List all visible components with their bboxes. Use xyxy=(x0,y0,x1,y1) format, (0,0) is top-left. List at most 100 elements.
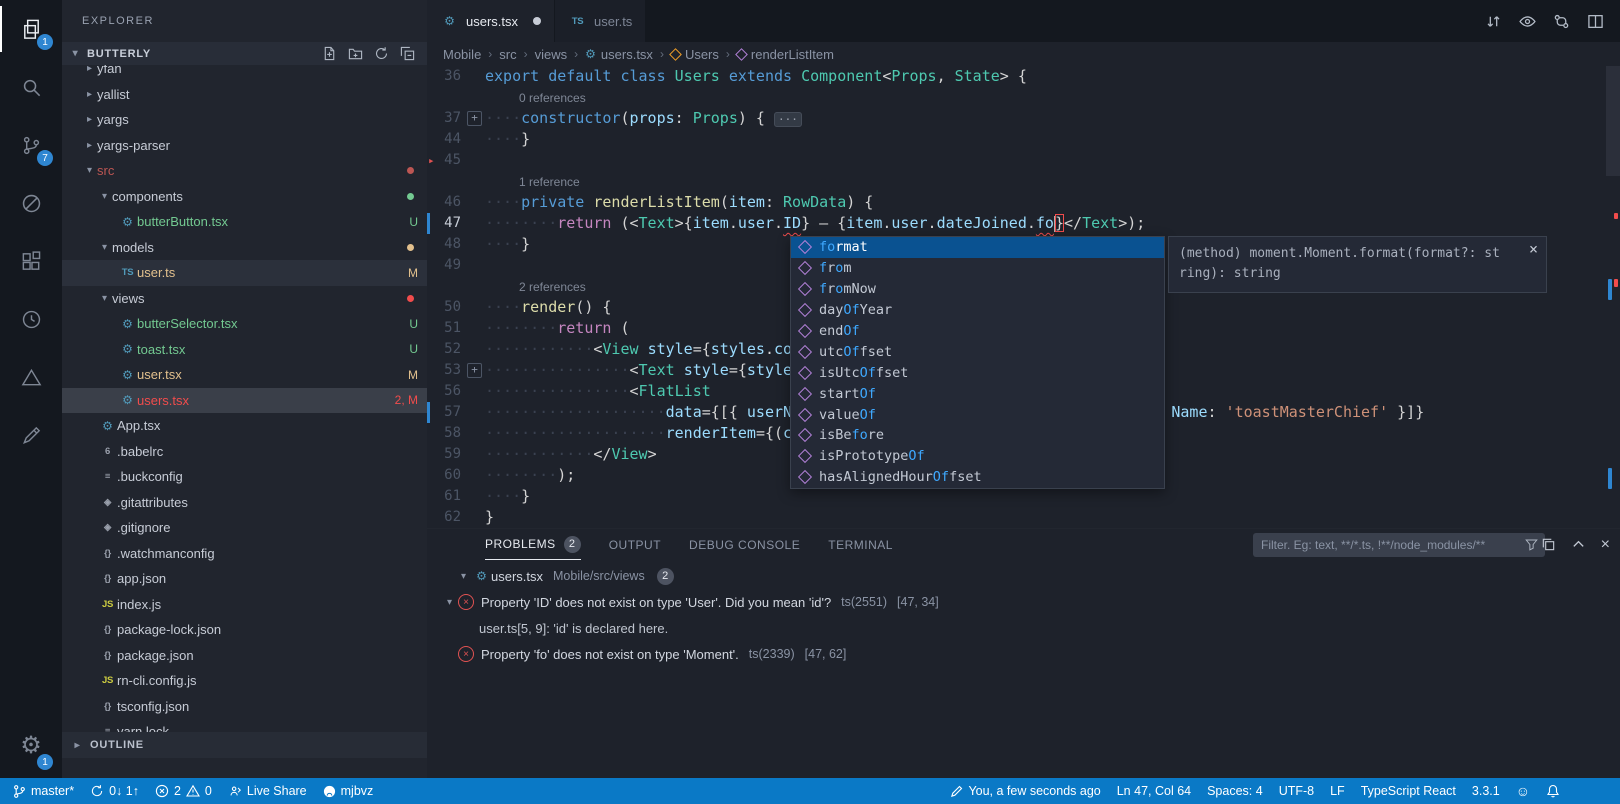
gutter[interactable] xyxy=(427,87,485,108)
gutter[interactable] xyxy=(427,171,485,192)
suggest-item-isbefore[interactable]: isBefore xyxy=(791,425,1164,446)
activity-triangle[interactable] xyxy=(0,348,62,406)
activity-extensions[interactable] xyxy=(0,232,62,290)
gutter[interactable]: 59 xyxy=(427,444,485,465)
tree-item--buckconfig[interactable]: ≡.buckconfig xyxy=(62,464,427,490)
breadcrumb-item-src[interactable]: src xyxy=(499,47,516,62)
gutter[interactable]: 56 xyxy=(427,381,485,402)
tree-item-package-lock-json[interactable]: {}package-lock.json xyxy=(62,617,427,643)
modified-dot-icon[interactable] xyxy=(533,17,541,25)
github-status[interactable]: mjbvz xyxy=(315,778,382,804)
tab-problems[interactable]: PROBLEMS 2 xyxy=(485,529,581,560)
split-editor-icon[interactable] xyxy=(1587,13,1604,30)
breadcrumb-item-users[interactable]: Users xyxy=(671,47,719,62)
tree-item-users-tsx[interactable]: ⚙users.tsx2, M xyxy=(62,388,427,414)
gutter[interactable]: 49 xyxy=(427,255,485,276)
tree-item-index-js[interactable]: JSindex.js xyxy=(62,592,427,618)
gutter[interactable]: 51 xyxy=(427,318,485,339)
tree-item-models[interactable]: ▾models xyxy=(62,235,427,261)
tree-item-yfan[interactable]: ▸yfan xyxy=(62,65,427,82)
activity-search[interactable] xyxy=(0,58,62,116)
tree-item-toast-tsx[interactable]: ⚙toast.tsxU xyxy=(62,337,427,363)
codelens-label[interactable]: 2 references xyxy=(519,276,586,297)
gutter[interactable]: 37+ xyxy=(427,108,485,129)
gutter[interactable]: 36 xyxy=(427,66,485,87)
codelens-label[interactable]: 1 reference xyxy=(519,171,580,192)
scrollbar-thumb[interactable] xyxy=(1606,66,1620,176)
preview-eye-icon[interactable] xyxy=(1519,13,1536,30)
fold-icon[interactable]: + xyxy=(467,363,482,378)
fold-icon[interactable]: + xyxy=(467,111,482,126)
gutter[interactable] xyxy=(427,276,485,297)
maximize-chevron-icon[interactable] xyxy=(1571,537,1586,552)
breadcrumb-item-views[interactable]: views xyxy=(535,47,568,62)
problem-row[interactable]: ▾×Property 'ID' does not exist on type '… xyxy=(427,589,1620,615)
gutter[interactable]: 48 xyxy=(427,234,485,255)
section-header-butterly[interactable]: ▾ BUTTERLY xyxy=(62,42,427,65)
tab-user-ts[interactable]: TS user.ts xyxy=(555,0,645,42)
tree-item-src[interactable]: ▾src xyxy=(62,158,427,184)
breadcrumb-item-users-tsx[interactable]: ⚙users.tsx xyxy=(585,47,653,62)
cursor-position-status[interactable]: Ln 47, Col 64 xyxy=(1109,778,1199,804)
tree-item-rn-cli-config-js[interactable]: JSrn-cli.config.js xyxy=(62,668,427,694)
tab-output[interactable]: OUTPUT xyxy=(609,529,661,560)
problems-filter-input[interactable] xyxy=(1253,533,1545,557)
suggest-item-valueof[interactable]: valueOf xyxy=(791,404,1164,425)
problem-row[interactable]: ×Property 'fo' does not exist on type 'M… xyxy=(427,641,1620,667)
eol-status[interactable]: LF xyxy=(1322,778,1353,804)
git-branch-status[interactable]: master* xyxy=(4,778,82,804)
tree-item-app-json[interactable]: {}app.json xyxy=(62,566,427,592)
gutter[interactable]: 57 xyxy=(427,402,485,423)
code-line[interactable]: 36export default class Users extends Com… xyxy=(427,66,1620,87)
breadcrumb-item-renderlistitem[interactable]: renderListItem xyxy=(737,47,834,62)
problems-status[interactable]: 2 0 xyxy=(147,778,220,804)
compare-icon[interactable] xyxy=(1553,13,1570,30)
activity-explorer[interactable]: 1 xyxy=(0,0,62,58)
tab-debug-console[interactable]: DEBUG CONSOLE xyxy=(689,529,800,560)
activity-circle-slash[interactable] xyxy=(0,174,62,232)
activity-source-control[interactable]: 7 xyxy=(0,116,62,174)
breadcrumb-item-mobile[interactable]: Mobile xyxy=(443,47,481,62)
gutter[interactable]: 58 xyxy=(427,423,485,444)
indentation-status[interactable]: Spaces: 4 xyxy=(1199,778,1271,804)
code-line[interactable]: 44····} xyxy=(427,129,1620,150)
tree-item-tsconfig-json[interactable]: {}tsconfig.json xyxy=(62,694,427,720)
tree-item-app-tsx[interactable]: ⚙App.tsx xyxy=(62,413,427,439)
tab-users-tsx[interactable]: ⚙ users.tsx xyxy=(427,0,554,42)
gutter[interactable]: 60 xyxy=(427,465,485,486)
suggest-item-format[interactable]: format xyxy=(791,237,1164,258)
refresh-icon[interactable] xyxy=(374,46,389,61)
problem-file-group[interactable]: ▾⚙users.tsxMobile/src/views2 xyxy=(427,563,1620,589)
code-line[interactable]: 62} xyxy=(427,507,1620,528)
live-share-status[interactable]: Live Share xyxy=(220,778,315,804)
suggest-item-isprototypeof[interactable]: isPrototypeOf xyxy=(791,446,1164,467)
language-mode-status[interactable]: TypeScript React xyxy=(1353,778,1464,804)
tree-item-views[interactable]: ▾views xyxy=(62,286,427,312)
close-icon[interactable]: × xyxy=(1529,239,1538,259)
tree-item--watchmanconfig[interactable]: {}.watchmanconfig xyxy=(62,541,427,567)
related-info-row[interactable]: user.ts[5, 9]: 'id' is declared here. xyxy=(427,615,1620,641)
tree-item-user-tsx[interactable]: ⚙user.tsxM xyxy=(62,362,427,388)
tree-item-yarn-lock[interactable]: ≡yarn.lock xyxy=(62,719,427,732)
tree-item-yargs[interactable]: ▸yargs xyxy=(62,107,427,133)
tab-terminal[interactable]: TERMINAL xyxy=(828,529,893,560)
gutter[interactable]: 50 xyxy=(427,297,485,318)
code-line[interactable]: 61····} xyxy=(427,486,1620,507)
gutter[interactable]: 47 xyxy=(427,213,485,234)
activity-pen[interactable] xyxy=(0,406,62,464)
pop-out-icon[interactable] xyxy=(1541,537,1556,552)
ts-version-status[interactable]: 3.3.1 xyxy=(1464,778,1508,804)
code-line[interactable]: 37+····constructor(props: Props) { ··· xyxy=(427,108,1620,129)
suggest-item-from[interactable]: from xyxy=(791,258,1164,279)
suggest-item-hasalignedhouroffset[interactable]: hasAlignedHourOffset xyxy=(791,467,1164,488)
encoding-status[interactable]: UTF-8 xyxy=(1271,778,1322,804)
notifications-status[interactable] xyxy=(1538,778,1568,804)
codelens-label[interactable]: 0 references xyxy=(519,87,586,108)
tree-item-components[interactable]: ▾components xyxy=(62,184,427,210)
tree-item-butterbutton-tsx[interactable]: ⚙butterButton.tsxU xyxy=(62,209,427,235)
feedback-status[interactable]: ☺ xyxy=(1508,778,1538,804)
open-changes-icon[interactable] xyxy=(1485,13,1502,30)
tree-item--gitattributes[interactable]: ◈.gitattributes xyxy=(62,490,427,516)
tree-item--babelrc[interactable]: 6.babelrc xyxy=(62,439,427,465)
tree-item--gitignore[interactable]: ◈.gitignore xyxy=(62,515,427,541)
